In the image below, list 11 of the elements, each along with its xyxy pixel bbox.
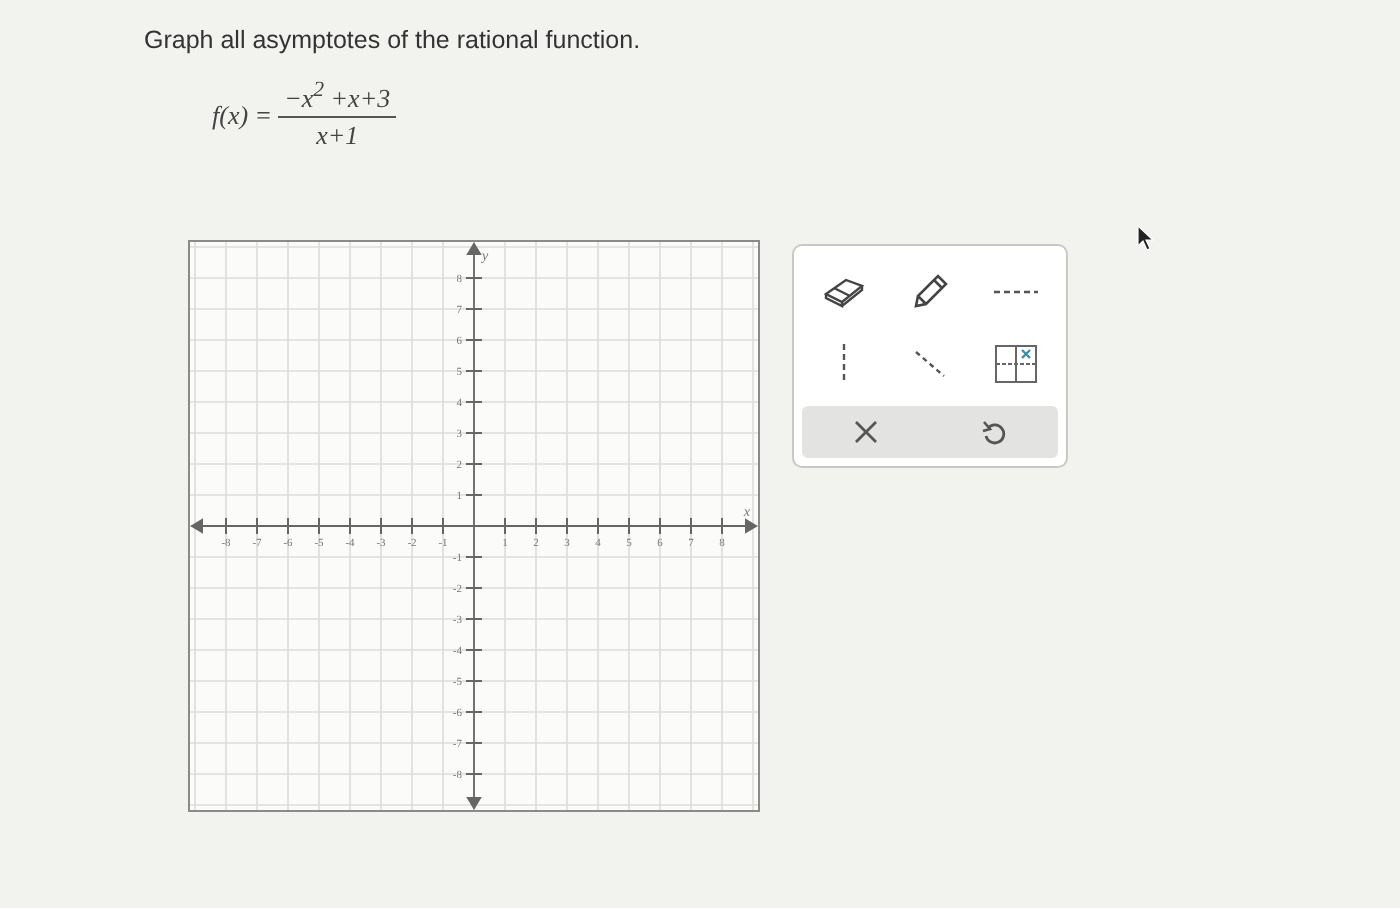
function-name: f(x) = (212, 99, 273, 132)
grid-icon[interactable] (993, 344, 1038, 385)
instruction-text: Graph all asymptotes of the rational function. (144, 26, 643, 54)
pencil-icon[interactable] (909, 272, 950, 313)
numerator: −x$^{2}$ +x+3 (282, 78, 393, 115)
eraser-icon[interactable] (822, 276, 867, 309)
slanted-dashed-line-icon[interactable] (913, 350, 946, 379)
vertical-dashed-line-icon[interactable] (840, 344, 849, 385)
denominator: x+1 (316, 120, 359, 153)
horizontal-dashed-line-icon[interactable] (993, 288, 1038, 297)
cursor-icon (1136, 224, 1156, 253)
